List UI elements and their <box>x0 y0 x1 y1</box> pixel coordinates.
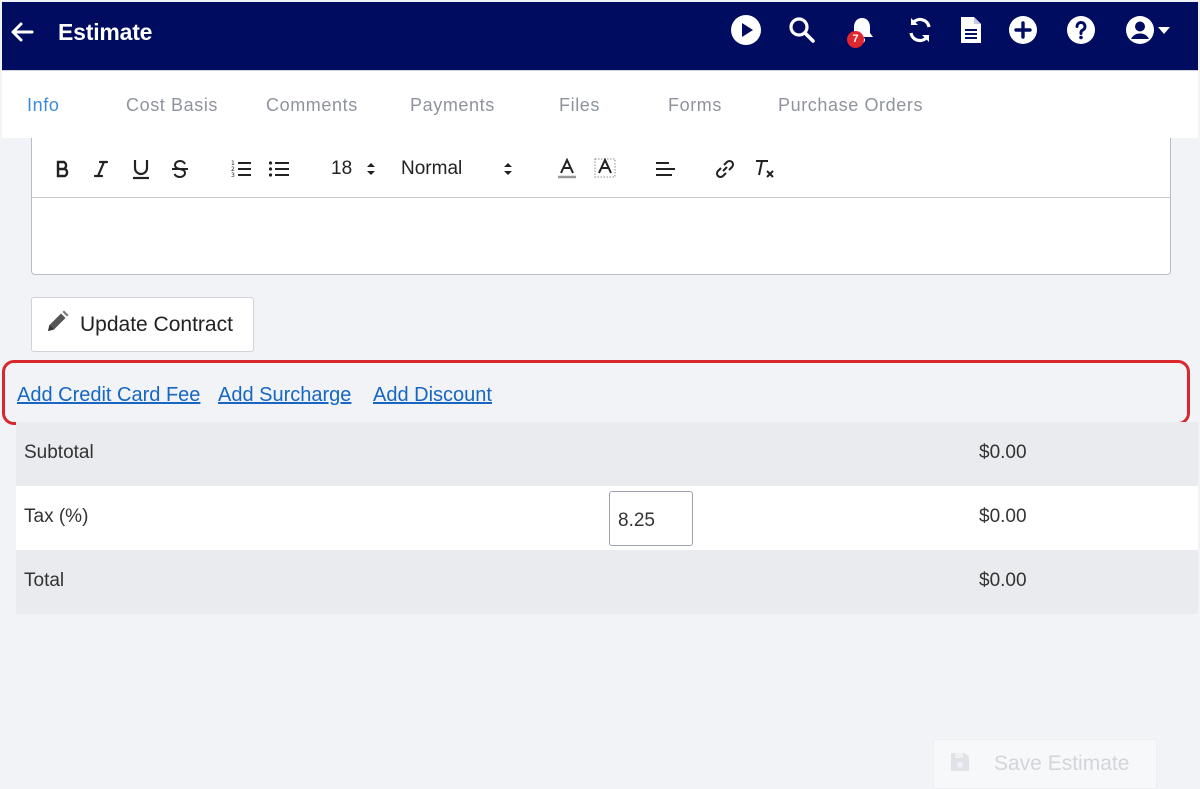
align-icon[interactable] <box>654 156 676 182</box>
add-surcharge-link[interactable]: Add Surcharge <box>218 384 351 407</box>
tab-bar: Info Cost Basis Comments Payments Files … <box>2 70 1198 138</box>
add-discount-link[interactable]: Add Discount <box>373 384 492 407</box>
subtotal-label: Subtotal <box>24 442 94 463</box>
bold-icon[interactable] <box>54 156 72 182</box>
total-value: $0.00 <box>979 570 1027 591</box>
select-arrows-icon <box>367 163 376 175</box>
user-icon[interactable] <box>1122 12 1158 48</box>
tax-label: Tax (%) <box>24 506 89 527</box>
highlighted-links-row: Add Credit Card Fee Add Surcharge Add Di… <box>2 360 1190 425</box>
back-arrow-icon[interactable] <box>8 18 36 46</box>
sync-icon[interactable] <box>902 12 938 48</box>
save-estimate-button[interactable]: Save Estimate <box>933 739 1157 789</box>
rich-text-editor: 123 18 Normal <box>31 138 1171 275</box>
update-contract-label: Update Contract <box>80 312 233 336</box>
ordered-list-icon[interactable]: 123 <box>230 156 252 182</box>
italic-icon[interactable] <box>93 156 109 182</box>
search-icon[interactable] <box>784 12 820 48</box>
tax-value: $0.00 <box>979 506 1027 527</box>
tab-comments[interactable]: Comments <box>266 95 358 116</box>
tab-forms[interactable]: Forms <box>668 95 722 116</box>
select-arrows-icon <box>504 163 513 175</box>
add-credit-card-fee-link[interactable]: Add Credit Card Fee <box>17 384 200 407</box>
tab-info[interactable]: Info <box>27 95 59 116</box>
background-color-icon[interactable] <box>594 156 616 182</box>
editor-toolbar: 123 18 Normal <box>32 138 1170 198</box>
document-icon[interactable] <box>953 12 989 48</box>
link-icon[interactable] <box>714 156 736 182</box>
underline-icon[interactable] <box>131 156 151 182</box>
play-icon[interactable] <box>728 12 764 48</box>
save-icon <box>948 750 972 779</box>
plus-circle-icon[interactable] <box>1005 12 1041 48</box>
tax-rate-input[interactable]: 8.25 <box>609 491 693 546</box>
page-title: Estimate <box>58 19 153 45</box>
total-label: Total <box>24 570 65 591</box>
notification-badge: 7 <box>847 31 864 48</box>
subtotal-row: Subtotal $0.00 <box>16 422 1198 486</box>
caret-down-icon[interactable] <box>1154 12 1174 48</box>
save-estimate-label: Save Estimate <box>994 752 1130 775</box>
pencil-icon <box>44 309 70 340</box>
text-color-icon[interactable] <box>556 156 578 182</box>
help-icon[interactable] <box>1063 12 1099 48</box>
editor-content-area[interactable] <box>32 198 1170 274</box>
clear-format-icon[interactable] <box>753 156 777 182</box>
app-header: Estimate 7 <box>2 2 1198 70</box>
total-row: Total $0.00 <box>16 550 1198 614</box>
update-contract-button[interactable]: Update Contract <box>31 297 254 352</box>
format-select[interactable]: Normal <box>401 156 513 182</box>
tab-payments[interactable]: Payments <box>410 95 495 116</box>
strikethrough-icon[interactable] <box>170 156 190 182</box>
tab-files[interactable]: Files <box>559 95 600 116</box>
tax-row: Tax (%) 8.25 $0.00 <box>16 486 1198 550</box>
tab-purchase-orders[interactable]: Purchase Orders <box>778 95 923 116</box>
font-size-select[interactable]: 18 <box>331 156 376 182</box>
subtotal-value: $0.00 <box>979 442 1027 463</box>
tab-cost-basis[interactable]: Cost Basis <box>126 95 218 116</box>
svg-text:3: 3 <box>231 172 235 179</box>
bullet-list-icon[interactable] <box>268 156 290 182</box>
main-content: 123 18 Normal Update Contract Add Credit… <box>2 138 1198 789</box>
